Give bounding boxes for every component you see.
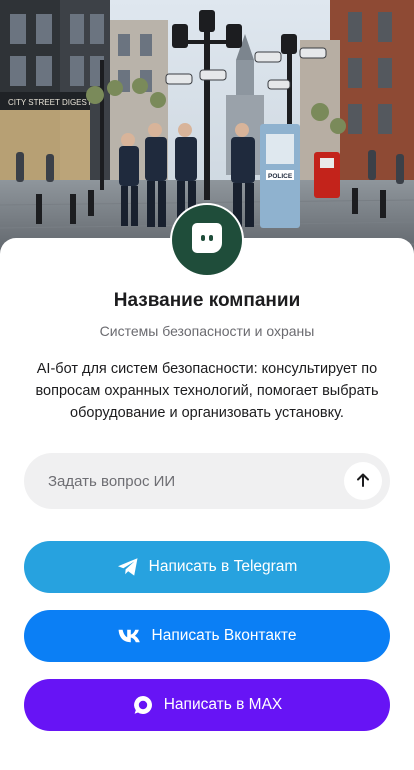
send-button[interactable] xyxy=(344,462,382,500)
arrow-up-icon xyxy=(355,472,371,491)
telegram-button-label: Написать в Telegram xyxy=(148,558,298,575)
company-logo xyxy=(170,203,244,277)
telegram-icon xyxy=(117,557,139,577)
max-button-label: Написать в MAX xyxy=(163,696,283,713)
ask-ai-field[interactable] xyxy=(24,453,390,509)
ask-ai-input[interactable] xyxy=(48,472,344,490)
vk-button[interactable]: Написать Вконтакте xyxy=(24,610,390,662)
storefront-sign: CITY STREET DIGEST xyxy=(8,98,92,107)
telegram-button[interactable]: Написать в Telegram xyxy=(24,541,390,593)
max-icon xyxy=(132,694,154,716)
company-name: Название компании xyxy=(113,290,301,311)
chat-bubble-icon xyxy=(189,220,225,261)
police-sign: POLICE xyxy=(268,173,293,180)
company-category: Системы безопасности и охраны xyxy=(99,323,315,339)
max-button[interactable]: Написать в MAX xyxy=(24,679,390,731)
company-description: AI-бот для систем безопасности: консульт… xyxy=(35,361,379,421)
vk-icon xyxy=(118,629,142,643)
vk-button-label: Написать Вконтакте xyxy=(151,627,297,644)
